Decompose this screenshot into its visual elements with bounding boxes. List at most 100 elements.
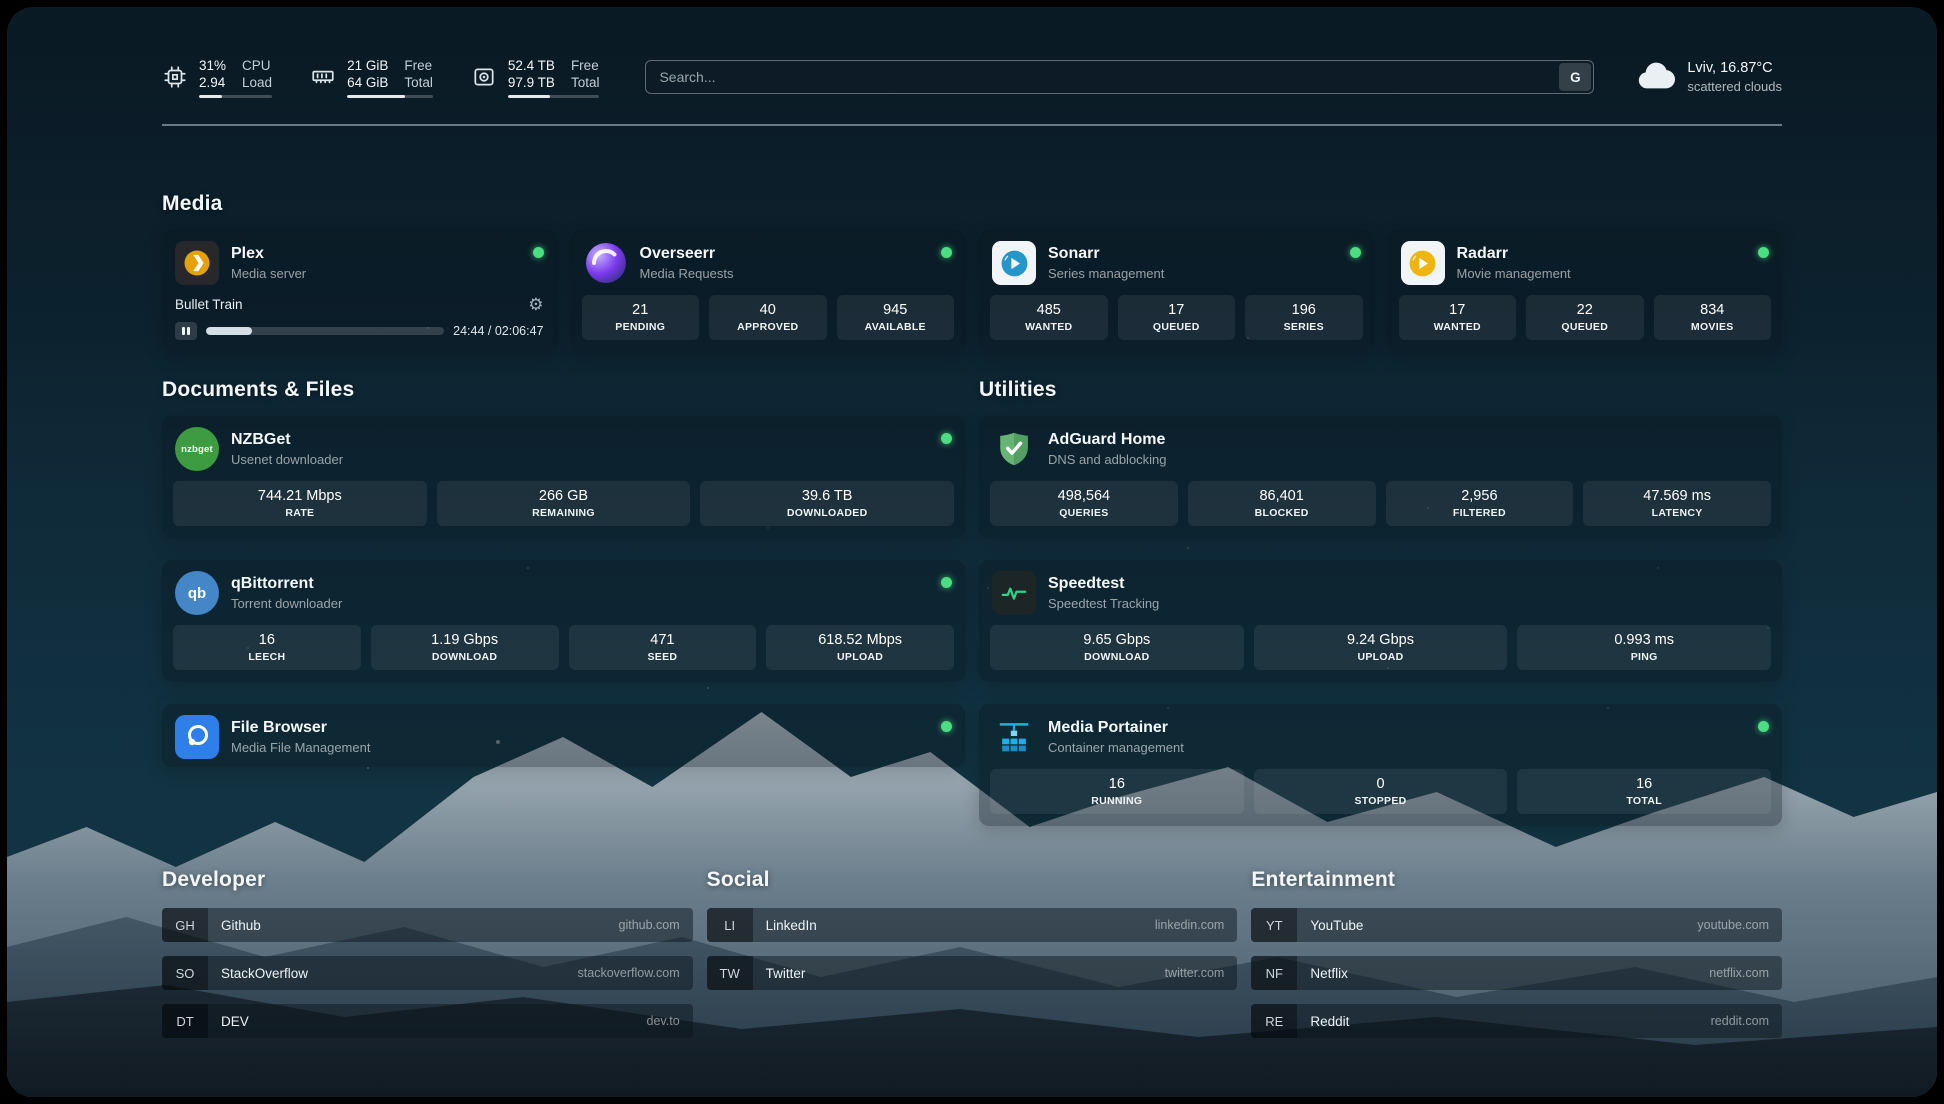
service-name: Media Portainer [1048, 718, 1746, 738]
stat-label: QUERIES [994, 507, 1174, 519]
service-name: File Browser [231, 718, 929, 738]
weather-condition: scattered clouds [1687, 78, 1782, 95]
status-dot [941, 433, 952, 444]
bookmark-name: LinkedIn [753, 908, 1155, 942]
filebrowser-header[interactable]: File Browser Media File Management [162, 704, 965, 767]
bookmark-twitter[interactable]: TW Twitter twitter.com [707, 956, 1238, 990]
plex-now-playing: Bullet Train ⚙ 24:44 / 02:06:47 [162, 294, 557, 352]
service-name: qBittorrent [231, 574, 929, 594]
service-card-adguard[interactable]: AdGuard Home DNS and adblocking 498,564 … [979, 416, 1782, 538]
portainer-icon [992, 715, 1036, 759]
memory-value-column: 21 GiB 64 GiB [347, 57, 388, 91]
service-card-portainer[interactable]: Media Portainer Container management 16 … [979, 704, 1782, 826]
stat-value: 266 GB [441, 487, 687, 505]
disk-label-column: Free Total [571, 57, 600, 91]
search-input[interactable] [645, 60, 1594, 94]
bookmark-group-developer: Developer GH Github github.com SO StackO… [162, 868, 693, 1038]
service-card-radarr[interactable]: Radarr Movie management 17 WANTED 22 QUE… [1388, 230, 1783, 352]
bookmark-group-entertainment: Entertainment YT YouTube youtube.com NF … [1251, 868, 1782, 1038]
cpu-label-column: CPU Load [242, 57, 272, 91]
service-card-filebrowser[interactable]: File Browser Media File Management [162, 704, 965, 767]
pause-button[interactable] [175, 322, 197, 340]
service-card-speedtest[interactable]: Speedtest Speedtest Tracking 9.65 Gbps D… [979, 560, 1782, 682]
bookmark-url: linkedin.com [1155, 908, 1237, 942]
plex-title-block: Plex Media server [231, 244, 521, 282]
memory-total: 64 GiB [347, 74, 388, 91]
service-subtitle: Media server [231, 265, 521, 282]
adguard-header[interactable]: AdGuard Home DNS and adblocking [979, 416, 1782, 479]
service-subtitle: Speedtest Tracking [1048, 595, 1769, 612]
playback-time: 24:44 / 02:06:47 [453, 324, 543, 338]
service-card-nzbget[interactable]: nzbget NZBGet Usenet downloader 744.21 M… [162, 416, 965, 538]
bookmark-youtube[interactable]: YT YouTube youtube.com [1251, 908, 1782, 942]
background-snow-specks [7, 7, 9, 9]
portainer-header[interactable]: Media Portainer Container management [979, 704, 1782, 767]
stat-label: UPLOAD [1258, 651, 1504, 663]
stat-available: 945 AVAILABLE [837, 295, 955, 340]
settings-gear-icon[interactable]: ⚙ [528, 296, 543, 313]
stat-seed: 471 SEED [569, 625, 757, 670]
bookmark-abbr: DT [162, 1004, 208, 1038]
stat-value: 834 [1658, 301, 1768, 319]
bookmark-abbr: YT [1251, 908, 1297, 942]
overseerr-header[interactable]: Overseerr Media Requests [571, 230, 966, 293]
stat-value: 22 [1530, 301, 1640, 319]
stat-ping: 0.993 ms PING [1517, 625, 1771, 670]
playback-progress-track [206, 327, 444, 335]
top-bar: 31% 2.94 CPU Load [162, 47, 1782, 107]
disk-total: 97.9 TB [508, 74, 555, 91]
service-card-overseerr[interactable]: Overseerr Media Requests 21 PENDING 40 A… [571, 230, 966, 352]
radarr-title-block: Radarr Movie management [1457, 244, 1747, 282]
bookmark-dev[interactable]: DT DEV dev.to [162, 1004, 693, 1038]
stat-label: RATE [177, 507, 423, 519]
service-card-sonarr[interactable]: Sonarr Series management 485 WANTED 17 Q… [979, 230, 1374, 352]
memory-label-column: Free Total [404, 57, 433, 91]
bookmark-stackoverflow[interactable]: SO StackOverflow stackoverflow.com [162, 956, 693, 990]
now-playing-title: Bullet Train [175, 297, 243, 312]
stat-value: 47.569 ms [1587, 487, 1767, 505]
resource-widgets: 31% 2.94 CPU Load [162, 57, 599, 98]
service-subtitle: Movie management [1457, 265, 1747, 282]
stat-wanted: 17 WANTED [1399, 295, 1517, 340]
bookmark-github[interactable]: GH Github github.com [162, 908, 693, 942]
bookmark-url: dev.to [647, 1004, 693, 1038]
stat-filtered: 2,956 FILTERED [1386, 481, 1574, 526]
search-provider-button[interactable]: G [1559, 63, 1591, 91]
sonarr-header[interactable]: Sonarr Series management [979, 230, 1374, 293]
nzbget-header[interactable]: nzbget NZBGet Usenet downloader [162, 416, 965, 479]
plex-header[interactable]: Plex Media server [162, 230, 557, 293]
memory-label-bottom: Total [404, 74, 433, 91]
sonarr-icon [992, 241, 1036, 285]
cpu-label-top: CPU [242, 57, 272, 74]
stat-value: 618.52 Mbps [770, 631, 950, 649]
stat-label: FILTERED [1390, 507, 1570, 519]
stat-label: STOPPED [1258, 795, 1504, 807]
stat-value: 744.21 Mbps [177, 487, 423, 505]
stat-value: 498,564 [994, 487, 1174, 505]
stat-value: 9.24 Gbps [1258, 631, 1504, 649]
radarr-header[interactable]: Radarr Movie management [1388, 230, 1783, 293]
radarr-stats: 17 WANTED 22 QUEUED 834 MOVIES [1388, 293, 1783, 352]
bookmark-linkedin[interactable]: LI LinkedIn linkedin.com [707, 908, 1238, 942]
disk-icon [471, 64, 497, 90]
service-card-qbittorrent[interactable]: qb qBittorrent Torrent downloader 16 LEE… [162, 560, 965, 682]
bookmark-reddit[interactable]: RE Reddit reddit.com [1251, 1004, 1782, 1038]
nzbget-icon-label: nzbget [181, 444, 213, 455]
stat-label: APPROVED [713, 321, 823, 333]
disk-values: 52.4 TB 97.9 TB Free Total [508, 57, 600, 91]
stat-series: 196 SERIES [1245, 295, 1363, 340]
memory-progress-fill [347, 95, 404, 98]
qbittorrent-header[interactable]: qb qBittorrent Torrent downloader [162, 560, 965, 623]
speedtest-header[interactable]: Speedtest Speedtest Tracking [979, 560, 1782, 623]
stat-label: LEECH [177, 651, 357, 663]
stat-pending: 21 PENDING [582, 295, 700, 340]
bookmark-netflix[interactable]: NF Netflix netflix.com [1251, 956, 1782, 990]
service-name: Speedtest [1048, 574, 1769, 594]
service-card-plex[interactable]: Plex Media server Bullet Train ⚙ [162, 230, 557, 352]
stat-value: 39.6 TB [704, 487, 950, 505]
adguard-stats: 498,564 QUERIES 86,401 BLOCKED 2,956 FIL… [979, 479, 1782, 538]
memory-widget: 21 GiB 64 GiB Free Total [310, 57, 433, 98]
service-name: Sonarr [1048, 244, 1338, 264]
stat-leech: 16 LEECH [173, 625, 361, 670]
cpu-load-average: 2.94 [199, 74, 226, 91]
